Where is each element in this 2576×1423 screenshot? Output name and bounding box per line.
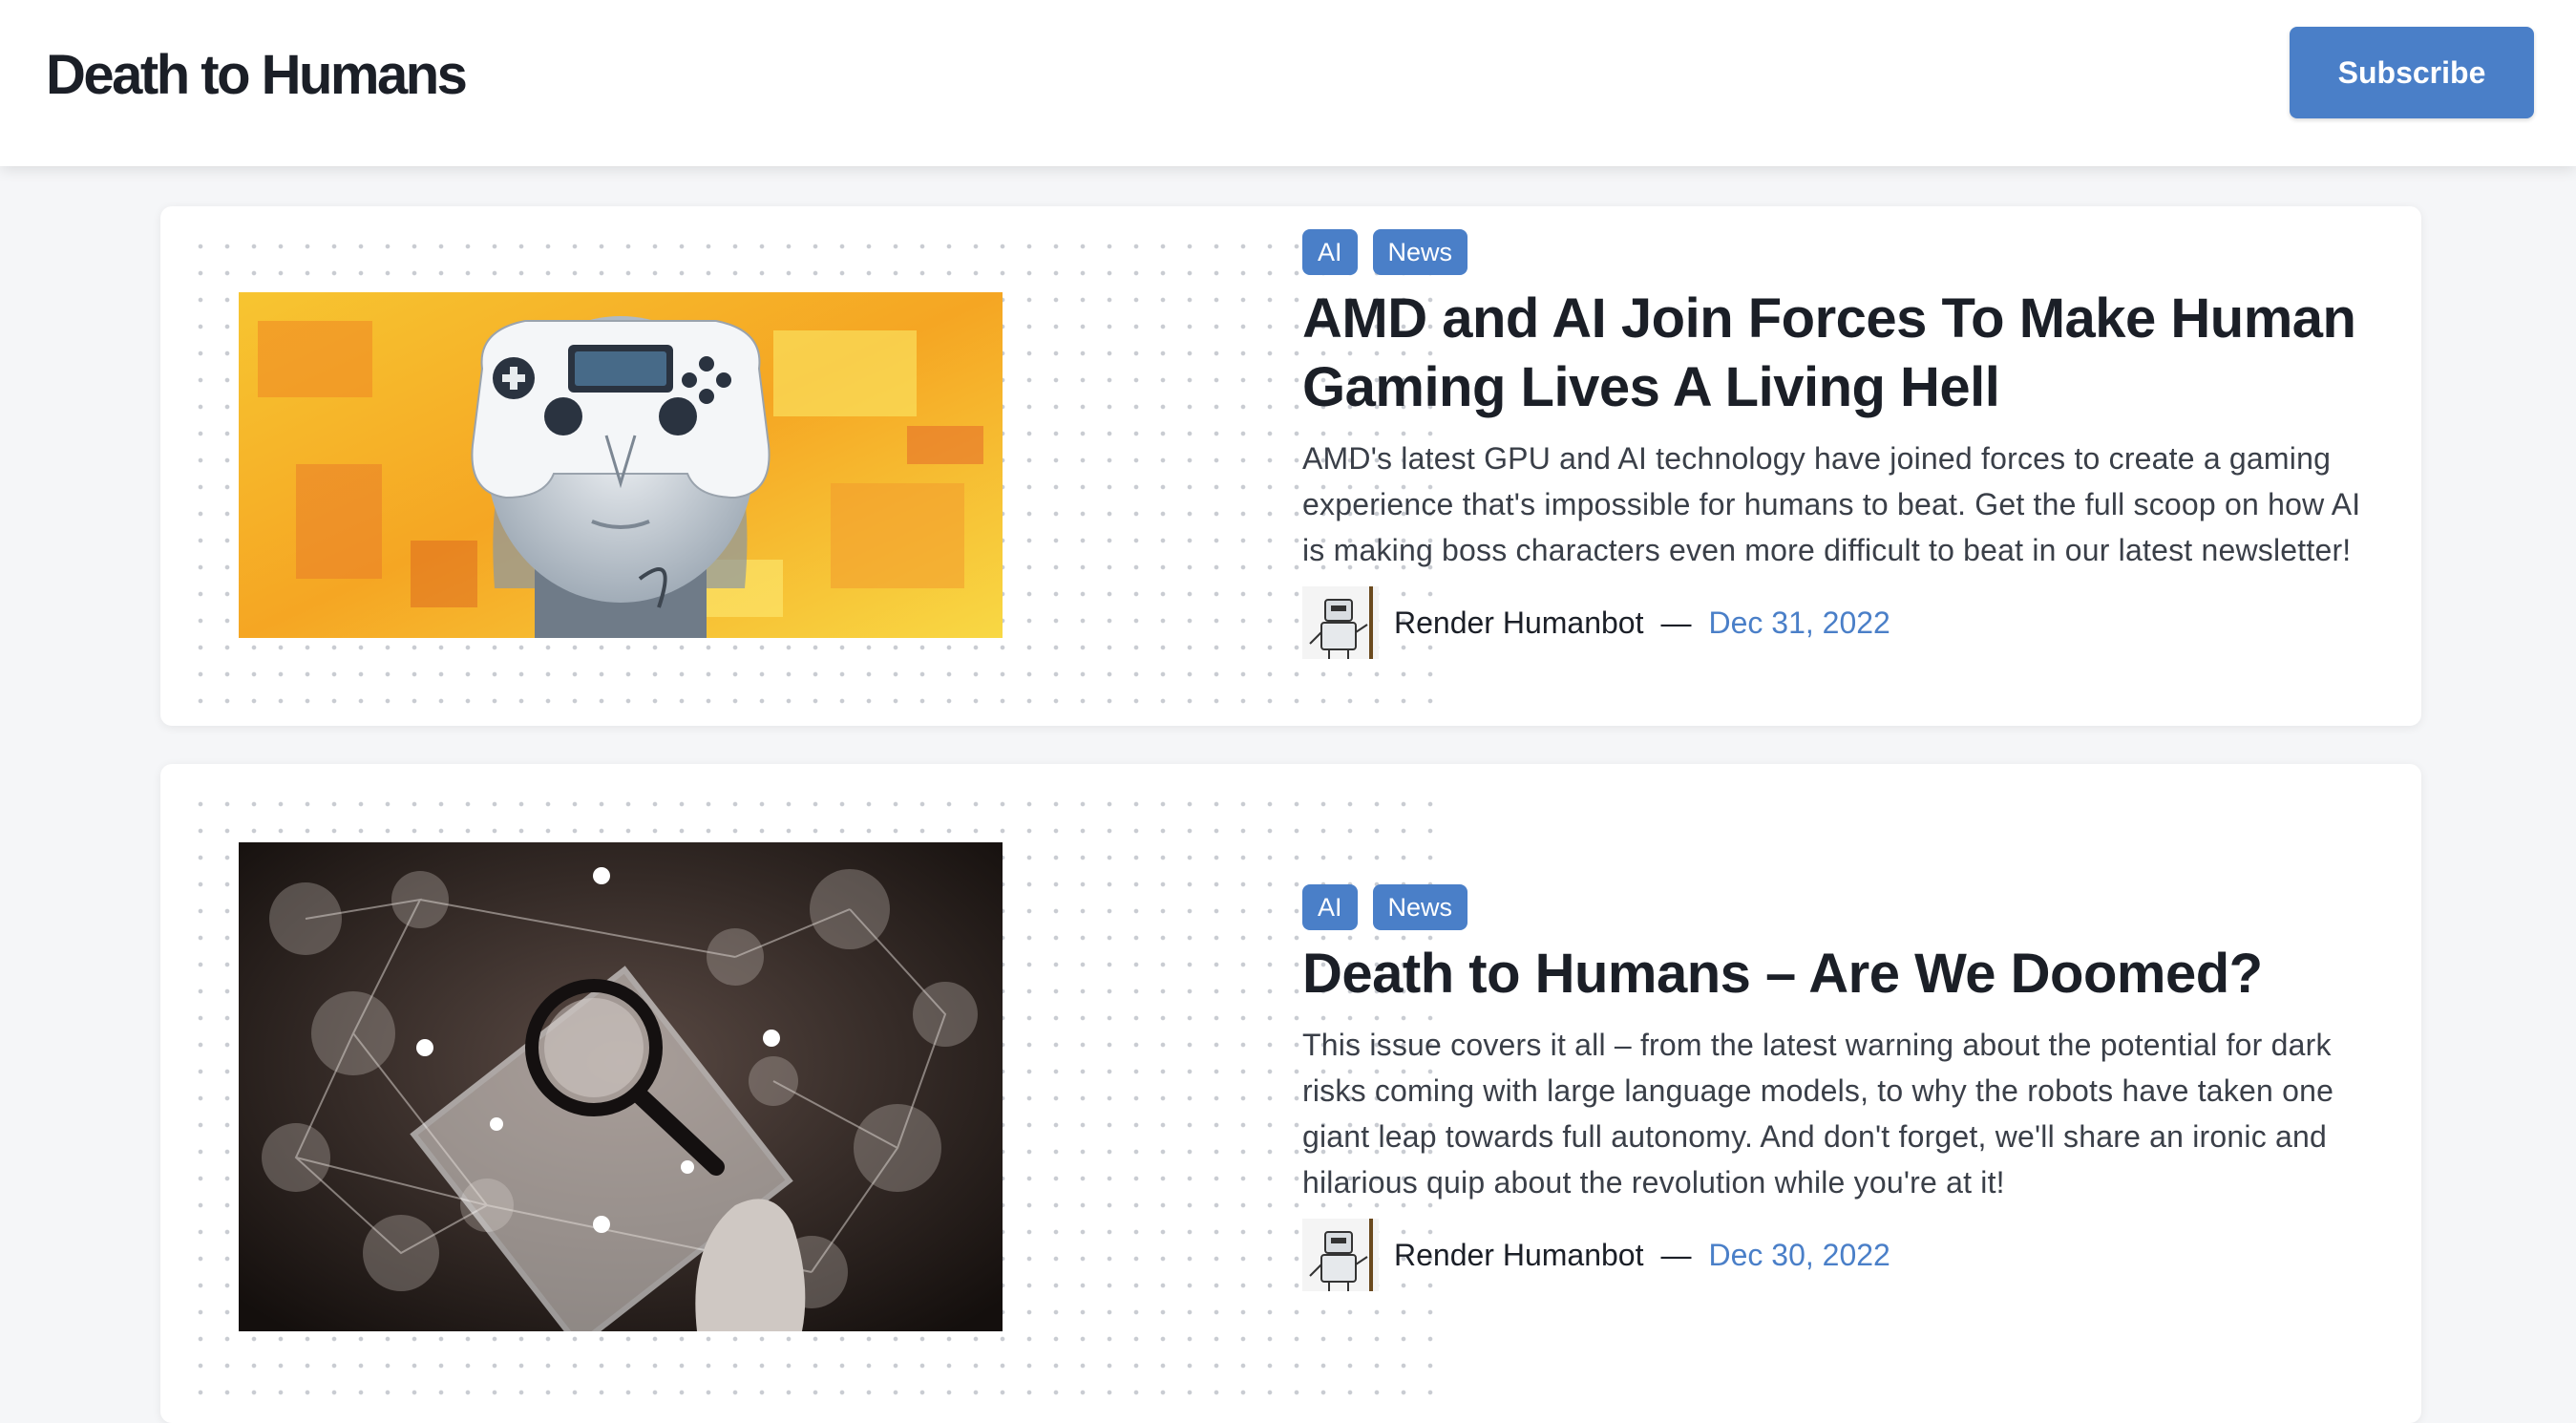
post-date: Dec 31, 2022 (1708, 605, 1890, 640)
post-title[interactable]: Death to Humans – Are We Doomed? (1302, 940, 2381, 1009)
tag-news[interactable]: News (1372, 884, 1468, 930)
post-title[interactable]: AMD and AI Join Forces To Make Human Gam… (1302, 285, 2381, 422)
tag-news[interactable]: News (1372, 229, 1468, 275)
post-date: Dec 30, 2022 (1708, 1237, 1890, 1272)
subscribe-button[interactable]: Subscribe (2290, 27, 2534, 118)
network-magnifier-image (239, 842, 1003, 1331)
robot-avatar-icon[interactable] (1302, 1219, 1379, 1291)
tag-list: AI News (1302, 229, 2381, 275)
post-card[interactable]: AI News Death to Humans – Are We Doomed?… (160, 764, 2421, 1423)
tag-list: AI News (1302, 884, 2381, 930)
robot-avatar-icon[interactable] (1302, 586, 1379, 659)
site-title[interactable]: Death to Humans (46, 42, 468, 109)
author-name[interactable]: Render Humanbot (1394, 1238, 1643, 1273)
post-byline: Render Humanbot — Dec 30, 2022 (1302, 1219, 2381, 1291)
post-image[interactable] (239, 842, 1003, 1331)
post-excerpt: AMD's latest GPU and AI technology have … (1302, 441, 2361, 567)
byline-separator: — (1660, 1237, 1692, 1272)
post-content: AI News AMD and AI Join Forces To Make H… (1302, 229, 2381, 659)
post-byline: Render Humanbot — Dec 31, 2022 (1302, 586, 2381, 659)
post-content: AI News Death to Humans – Are We Doomed?… (1302, 884, 2381, 1291)
site-header: Death to Humans Subscribe (0, 0, 2576, 166)
author-name[interactable]: Render Humanbot (1394, 605, 1643, 641)
tag-ai[interactable]: AI (1302, 884, 1358, 930)
byline-separator: — (1660, 605, 1692, 640)
post-card[interactable]: AI News AMD and AI Join Forces To Make H… (160, 206, 2421, 726)
robot-gamepad-image (239, 292, 1003, 638)
post-excerpt: This issue covers it all – from the late… (1302, 1028, 2334, 1200)
tag-ai[interactable]: AI (1302, 229, 1358, 275)
post-image[interactable] (239, 292, 1003, 638)
